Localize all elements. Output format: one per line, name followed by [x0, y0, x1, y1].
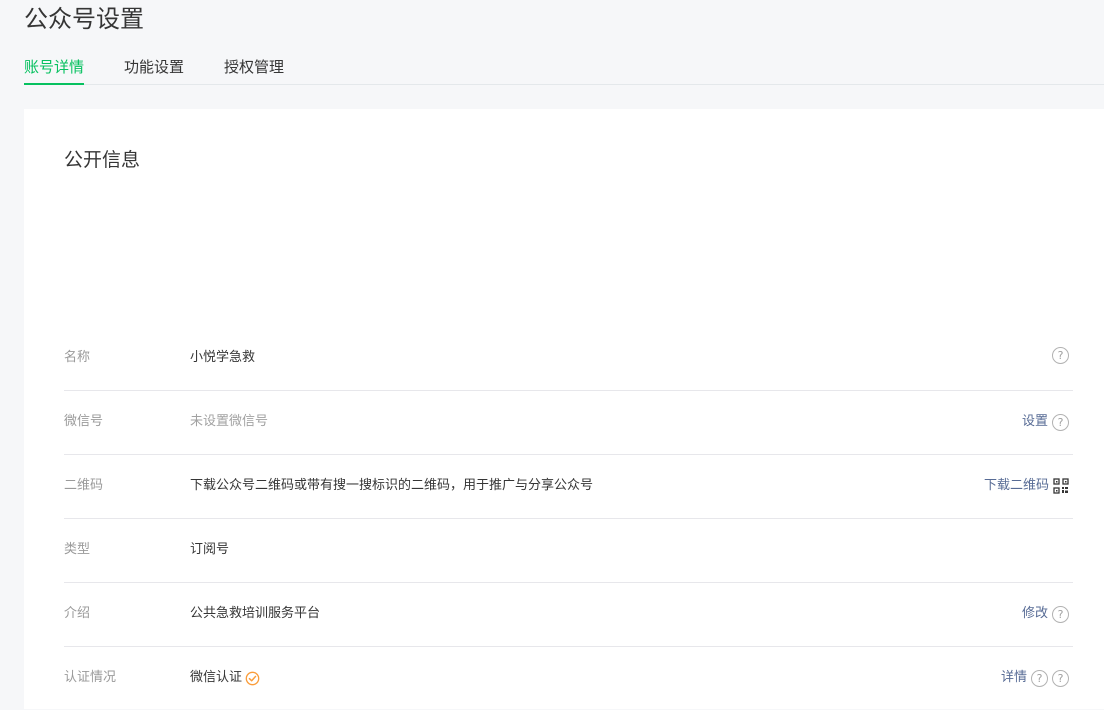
- question-circle-icon[interactable]: ?: [1052, 669, 1069, 687]
- row-label: 名称: [64, 350, 91, 365]
- set-wechat-id-link[interactable]: 设置: [1022, 411, 1048, 433]
- row-actions: 详情 ? ?: [1001, 667, 1069, 689]
- question-circle-icon[interactable]: ?: [1052, 605, 1069, 623]
- intro-value: 公共急救培训服务平台: [190, 606, 321, 621]
- row-actions: ?: [1052, 347, 1069, 364]
- row-label: 微信号: [64, 414, 104, 429]
- wechat-id-value: 未设置微信号: [190, 414, 269, 429]
- tab-bar: 账号详情 功能设置 授权管理: [24, 56, 1104, 85]
- edit-intro-link[interactable]: 修改: [1022, 603, 1048, 625]
- row-label: 介绍: [64, 606, 91, 621]
- row-label: 认证情况: [64, 670, 117, 685]
- row-verification: 认证情况 微信认证 详情 ? ?: [64, 647, 1073, 710]
- row-qrcode: 二维码 下载公众号二维码或带有搜一搜标识的二维码，用于推广与分享公众号 下载二维…: [64, 455, 1073, 519]
- public-info-card: 公开信息 名称 小悦学急救 ? 微信号 未设置微信号 设置 ? 二维码 下载公众…: [24, 109, 1104, 709]
- row-wechat-id: 微信号 未设置微信号 设置 ?: [64, 391, 1073, 455]
- verification-value: 微信认证: [190, 669, 260, 687]
- row-name: 名称 小悦学急救 ?: [64, 327, 1073, 391]
- row-intro: 介绍 公共急救培训服务平台 修改 ?: [64, 583, 1073, 647]
- row-actions: 修改 ?: [1022, 603, 1069, 625]
- page-title: 公众号设置: [24, 5, 144, 33]
- download-qrcode-link[interactable]: 下载二维码: [984, 475, 1049, 497]
- row-actions: 下载二维码: [984, 475, 1069, 497]
- question-circle-icon[interactable]: ?: [1031, 669, 1048, 687]
- qr-code-icon[interactable]: [1053, 478, 1069, 494]
- row-type: 类型 订阅号: [64, 519, 1073, 583]
- verification-text: 微信认证: [190, 670, 243, 685]
- section-title: 公开信息: [64, 149, 141, 171]
- question-circle-icon[interactable]: ?: [1052, 347, 1069, 364]
- info-list: 名称 小悦学急救 ? 微信号 未设置微信号 设置 ? 二维码 下载公众号二维码或…: [64, 327, 1073, 710]
- question-circle-icon[interactable]: ?: [1052, 413, 1069, 431]
- qrcode-description: 下载公众号二维码或带有搜一搜标识的二维码，用于推广与分享公众号: [190, 478, 594, 493]
- tab-authorization[interactable]: 授权管理: [224, 56, 284, 84]
- tab-feature-settings[interactable]: 功能设置: [124, 56, 184, 84]
- verification-details-link[interactable]: 详情: [1001, 667, 1027, 689]
- row-label: 二维码: [64, 478, 104, 493]
- tab-account-details[interactable]: 账号详情: [24, 56, 85, 85]
- row-label: 类型: [64, 542, 91, 557]
- account-name-value: 小悦学急救: [190, 350, 256, 365]
- account-type-value: 订阅号: [190, 542, 230, 557]
- verified-check-icon: [245, 671, 260, 685]
- row-actions: 设置 ?: [1022, 411, 1069, 433]
